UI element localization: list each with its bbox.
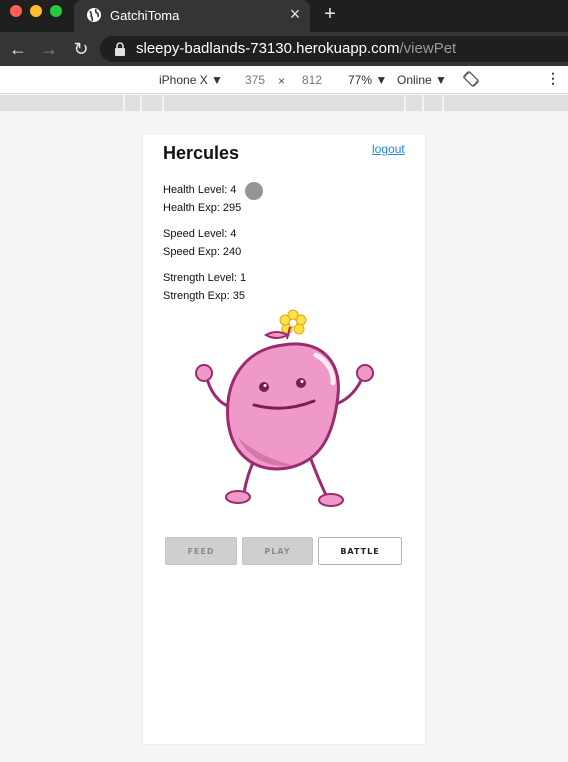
device-select[interactable]: iPhone X ▼ (159, 73, 223, 87)
dimension-separator: × (278, 74, 286, 88)
ruler-marker (422, 95, 424, 111)
speed-level: Speed Level: 4 (163, 228, 237, 240)
back-arrow-icon[interactable]: ← (7, 38, 29, 60)
browser-tab[interactable]: GatchiToma × (74, 0, 310, 32)
device-toolbar: iPhone X ▼ 375 × 812 77% ▼ Online ▼ ⋮ (0, 66, 568, 94)
play-button[interactable]: PLAY (242, 537, 313, 565)
media-query-ruler (0, 95, 568, 111)
feed-button[interactable]: FEED (165, 537, 237, 565)
forward-arrow-icon[interactable]: → (38, 38, 60, 60)
rotate-icon[interactable] (463, 71, 479, 87)
lock-icon (115, 42, 125, 56)
pet-actions: FEED PLAY BATTLE (165, 537, 405, 567)
url-host: sleepy-badlands-73130.herokuapp.com (136, 40, 400, 57)
tab-title: GatchiToma (110, 8, 180, 23)
reload-icon[interactable]: ↻ (70, 38, 92, 60)
health-exp: Health Exp: 295 (163, 202, 242, 214)
pet-illustration (195, 309, 374, 507)
ruler-marker (140, 95, 142, 111)
strength-level: Strength Level: 1 (163, 272, 247, 284)
url-path: /viewPet (399, 40, 457, 57)
viewport-width-input[interactable]: 375 (245, 73, 265, 87)
ruler-marker (442, 95, 444, 111)
zoom-select[interactable]: 77% ▼ (348, 73, 387, 87)
pet-stats: Health Level: 4 Health Exp: 295 Speed Le… (163, 181, 363, 305)
pet-name: Hercules (163, 143, 240, 163)
close-window-button[interactable] (10, 5, 22, 17)
network-throttle-select[interactable]: Online ▼ (397, 73, 447, 87)
minimize-window-button[interactable] (30, 5, 42, 17)
browser-tab-bar: GatchiToma × + (0, 0, 568, 32)
plus-icon[interactable]: + (320, 4, 340, 24)
viewport-height-input[interactable]: 812 (302, 73, 322, 87)
more-vertical-icon[interactable]: ⋮ (546, 70, 560, 87)
maximize-window-button[interactable] (50, 5, 62, 17)
ruler-marker (162, 95, 164, 111)
ruler-marker (123, 95, 125, 111)
close-icon[interactable]: × (286, 4, 304, 24)
speed-exp: Speed Exp: 240 (163, 246, 242, 258)
touch-cursor (245, 182, 263, 200)
url-text: sleepy-badlands-73130.herokuapp.com/view… (136, 40, 456, 57)
address-bar[interactable]: sleepy-badlands-73130.herokuapp.com/view… (100, 36, 568, 62)
logout-link[interactable]: logout (372, 142, 405, 156)
strength-exp: Strength Exp: 35 (163, 290, 245, 302)
pet-page: Hercules logout Health Level: 4 Health E… (142, 133, 426, 745)
battle-button[interactable]: BATTLE (318, 537, 402, 565)
browser-nav-bar: ← → ↻ sleepy-badlands-73130.herokuapp.co… (0, 32, 568, 66)
ruler-marker (404, 95, 406, 111)
globe-icon (87, 8, 101, 22)
health-level: Health Level: 4 (163, 184, 237, 196)
